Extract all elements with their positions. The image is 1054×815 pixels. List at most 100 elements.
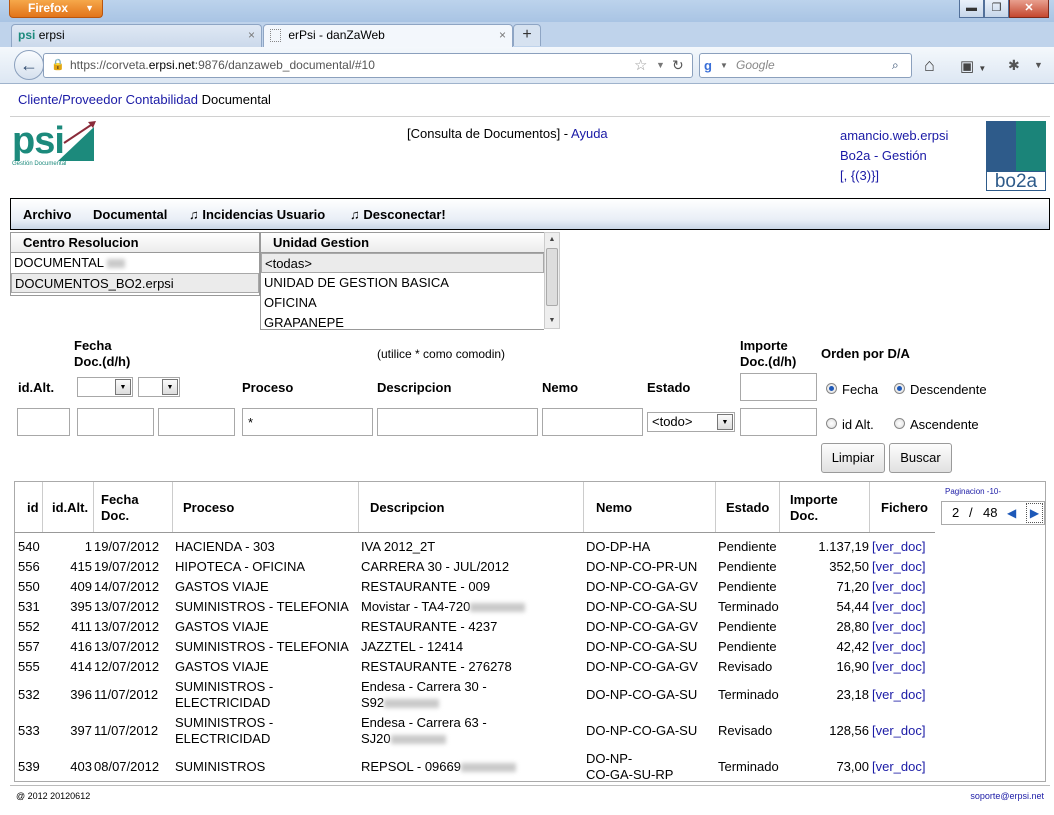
maximize-button[interactable]: ❐ [984, 0, 1009, 18]
bookmarks-menu-icon[interactable]: ▣ ▼ [960, 57, 986, 75]
orden-fecha-radio[interactable] [826, 383, 837, 394]
addon-icon[interactable]: ✱ [1008, 57, 1020, 74]
search-engine-dropdown-icon[interactable]: ▼ [720, 54, 728, 77]
proceso-input[interactable]: * [242, 408, 373, 436]
menu-incidencias[interactable]: ♫ Incidencias Usuario [189, 207, 325, 222]
cell-nemo: DO-NP- CO-GA-SU-RP [586, 751, 673, 781]
fecha-desde-input[interactable] [77, 408, 154, 436]
toolbar-menu-icon[interactable]: ▼ [1034, 60, 1043, 70]
list-item[interactable]: UNIDAD DE GESTION BASICA [261, 273, 544, 293]
col-estado[interactable]: Estado [726, 500, 769, 516]
cliente-proveedor-link[interactable]: Cliente/Proveedor Contabilidad [18, 92, 198, 107]
col-nemo[interactable]: Nemo [596, 500, 632, 516]
back-button[interactable]: ← [14, 50, 44, 80]
centro-resolucion-list[interactable]: Centro Resolucion DOCUMENTAL DOCUMENTOS_… [10, 232, 260, 296]
col-id[interactable]: id [27, 500, 39, 516]
cell-nemo-line: DO-NP-CO-GA-SU [586, 599, 698, 614]
id-alt-input[interactable] [17, 408, 70, 436]
ver-doc-link[interactable]: [ver_doc] [872, 639, 925, 655]
limpiar-button[interactable]: Limpiar [821, 443, 885, 473]
cell-estado-line: Revisado [718, 659, 773, 674]
fecha-month-select[interactable]: ▼ [138, 377, 180, 397]
nemo-input[interactable] [542, 408, 643, 436]
col-fichero[interactable]: Fichero [881, 500, 928, 516]
list-item[interactable]: OFICINA [261, 293, 544, 313]
list-item[interactable]: DOCUMENTOS_BO2.erpsi [11, 273, 259, 293]
bo2a-logo-text: bo2a [986, 171, 1046, 192]
ver-doc-link[interactable]: [ver_doc] [872, 579, 925, 595]
menu-documental[interactable]: Documental [93, 207, 167, 222]
new-tab-button[interactable]: + [513, 24, 541, 46]
buscar-button[interactable]: Buscar [889, 443, 952, 473]
tab-close-icon[interactable]: × [499, 25, 506, 46]
list-scrollbar[interactable]: ▲ ▼ [544, 232, 560, 329]
col-proceso[interactable]: Proceso [183, 500, 234, 516]
cell-estado: Revisado [718, 659, 772, 675]
prev-page-icon[interactable]: ◀ [1007, 502, 1016, 524]
col-descripcion[interactable]: Descripcion [370, 500, 444, 516]
col-fecha[interactable]: Fecha Doc. [101, 492, 139, 524]
support-email-link[interactable]: soporte@erpsi.net [970, 786, 1044, 806]
importe-hasta-input[interactable] [740, 408, 817, 436]
ver-doc-link[interactable]: [ver_doc] [872, 659, 925, 675]
ver-doc-link[interactable]: [ver_doc] [872, 619, 925, 635]
pager-sep: / [969, 505, 973, 520]
cell-id-alt-line: 1 [84, 539, 92, 554]
descendente-radio[interactable] [894, 383, 905, 394]
help-link[interactable]: Ayuda [571, 126, 608, 141]
col-importe[interactable]: Importe Doc. [790, 492, 838, 524]
fecha-day-select[interactable]: ▼ [77, 377, 133, 397]
search-icon[interactable]: ⌕ [892, 54, 899, 77]
unidad-gestion-list[interactable]: Unidad Gestion <todas> UNIDAD DE GESTION… [260, 232, 544, 330]
tab-label: erpsi [38, 28, 65, 42]
cell-id: 550 [18, 579, 40, 595]
estado-select[interactable]: <todo> ▼ [647, 412, 735, 432]
scroll-up-icon[interactable]: ▲ [545, 233, 559, 247]
scroll-down-icon[interactable]: ▼ [545, 314, 559, 328]
ver-doc-link[interactable]: [ver_doc] [872, 559, 925, 575]
cell-importe: 71,20 [836, 579, 869, 595]
url-bar[interactable]: 🔒 https://corveta.erpsi.net:9876/danzawe… [43, 53, 693, 78]
cell-proceso-line: HACIENDA - 303 [175, 539, 275, 554]
ascendente-radio[interactable] [894, 418, 905, 429]
orden-id-alt-radio[interactable] [826, 418, 837, 429]
history-dropdown-icon[interactable]: ▼ [656, 54, 665, 77]
session-info[interactable]: [, {(3)}] [840, 166, 948, 186]
cell-id: 555 [18, 659, 40, 675]
minimize-button[interactable]: ▬ [959, 0, 984, 18]
descripcion-input[interactable] [377, 408, 538, 436]
company-name[interactable]: Bo2a - Gestión [840, 146, 948, 166]
user-name[interactable]: amancio.web.erpsi [840, 126, 948, 146]
ver-doc-link[interactable]: [ver_doc] [872, 723, 925, 739]
ver-doc-link[interactable]: [ver_doc] [872, 599, 925, 615]
bookmark-star-icon[interactable]: ☆ [634, 54, 647, 77]
tab-erpsi[interactable]: psi erpsi × [11, 24, 262, 47]
firefox-menu-button[interactable]: Firefox ▼ [9, 0, 103, 18]
cell-importe-line: 42,42 [836, 639, 869, 654]
reload-icon[interactable]: ↻ [672, 54, 684, 77]
tab-danzaweb[interactable]: erPsi - danZaWeb × [263, 24, 513, 47]
close-window-button[interactable]: ✕ [1009, 0, 1049, 18]
list-item[interactable]: <todas> [261, 253, 544, 273]
col-id-alt[interactable]: id.Alt. [52, 500, 88, 516]
menu-desconectar[interactable]: ♫ Desconectar! [350, 207, 446, 222]
list-item[interactable]: DOCUMENTAL [11, 253, 259, 273]
cell-importe: 23,18 [836, 687, 869, 703]
home-icon[interactable]: ⌂ [924, 55, 935, 76]
ver-doc-link[interactable]: [ver_doc] [872, 687, 925, 703]
menu-archivo[interactable]: Archivo [23, 207, 71, 222]
tab-close-icon[interactable]: × [248, 25, 255, 46]
cell-proceso: SUMINISTROS - ELECTRICIDAD [175, 679, 273, 711]
search-input[interactable]: g ▼ Google ⌕ [699, 53, 912, 78]
next-page-icon[interactable]: ▶ [1026, 503, 1043, 523]
list-item[interactable]: GRAPANEPE [261, 313, 544, 333]
cell-importe-line: 28,80 [836, 619, 869, 634]
fecha-hasta-input[interactable] [158, 408, 235, 436]
ver-doc-link[interactable]: [ver_doc] [872, 759, 925, 775]
cell-descripcion: RESTAURANTE - 009 [361, 579, 490, 595]
column-separator [93, 482, 94, 532]
scroll-thumb[interactable] [546, 248, 558, 306]
id-alt-label: id.Alt. [18, 380, 55, 395]
importe-desde-input[interactable] [740, 373, 817, 401]
ver-doc-link[interactable]: [ver_doc] [872, 539, 925, 555]
